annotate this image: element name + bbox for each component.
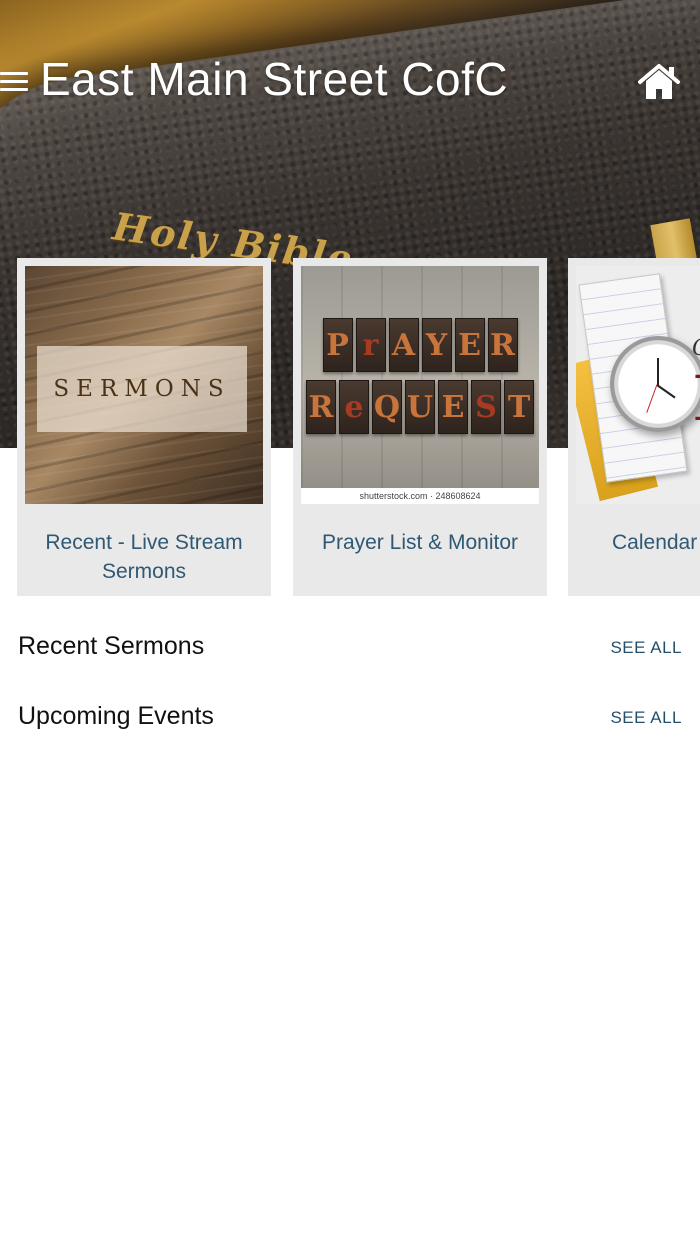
see-all-sermons-link[interactable]: SEE ALL <box>610 638 682 658</box>
card-label: Calendar o <box>612 531 700 554</box>
app-title: East Main Street CofC <box>40 53 509 105</box>
recent-sermons-section: Recent Sermons SEE ALL <box>0 632 700 672</box>
sermons-image-text: SERMONS <box>53 376 231 402</box>
prayer-request-image: PrAYER ReQUEST shutterstock.com · 248608… <box>301 266 539 504</box>
request-word-blocks: ReQUEST <box>301 380 539 434</box>
calendar-image-small-text: Ca <box>692 336 700 361</box>
home-icon[interactable] <box>636 62 682 102</box>
calendar-image: Ca E <box>576 266 700 504</box>
calendar-image-text: E <box>692 362 700 435</box>
app-screen: Holy Bible East Main Street CofC SERMONS… <box>0 0 700 1244</box>
card-label: Prayer List & Monitor <box>321 531 519 554</box>
sermons-image: SERMONS <box>25 266 263 504</box>
prayer-word-blocks: PrAYER <box>301 318 539 372</box>
hamburger-menu-icon[interactable] <box>0 72 28 92</box>
card-calendar[interactable]: Ca E Calendar o <box>568 258 700 596</box>
card-live-stream-sermons[interactable]: SERMONS Recent - Live Stream Sermons <box>17 258 271 596</box>
card-prayer-list[interactable]: PrAYER ReQUEST shutterstock.com · 248608… <box>293 258 547 596</box>
top-bar: East Main Street CofC <box>0 50 700 114</box>
image-credit: shutterstock.com · 248608624 <box>301 488 539 504</box>
sermons-plate: SERMONS <box>37 346 247 432</box>
clock-icon <box>610 336 700 432</box>
section-title: Recent Sermons <box>18 632 205 660</box>
feature-cards-carousel: SERMONS Recent - Live Stream Sermons PrA… <box>0 258 700 596</box>
upcoming-events-section: Upcoming Events SEE ALL <box>0 702 700 742</box>
section-title: Upcoming Events <box>18 702 214 730</box>
card-label: Recent - Live Stream Sermons <box>45 531 243 583</box>
see-all-events-link[interactable]: SEE ALL <box>610 708 682 728</box>
